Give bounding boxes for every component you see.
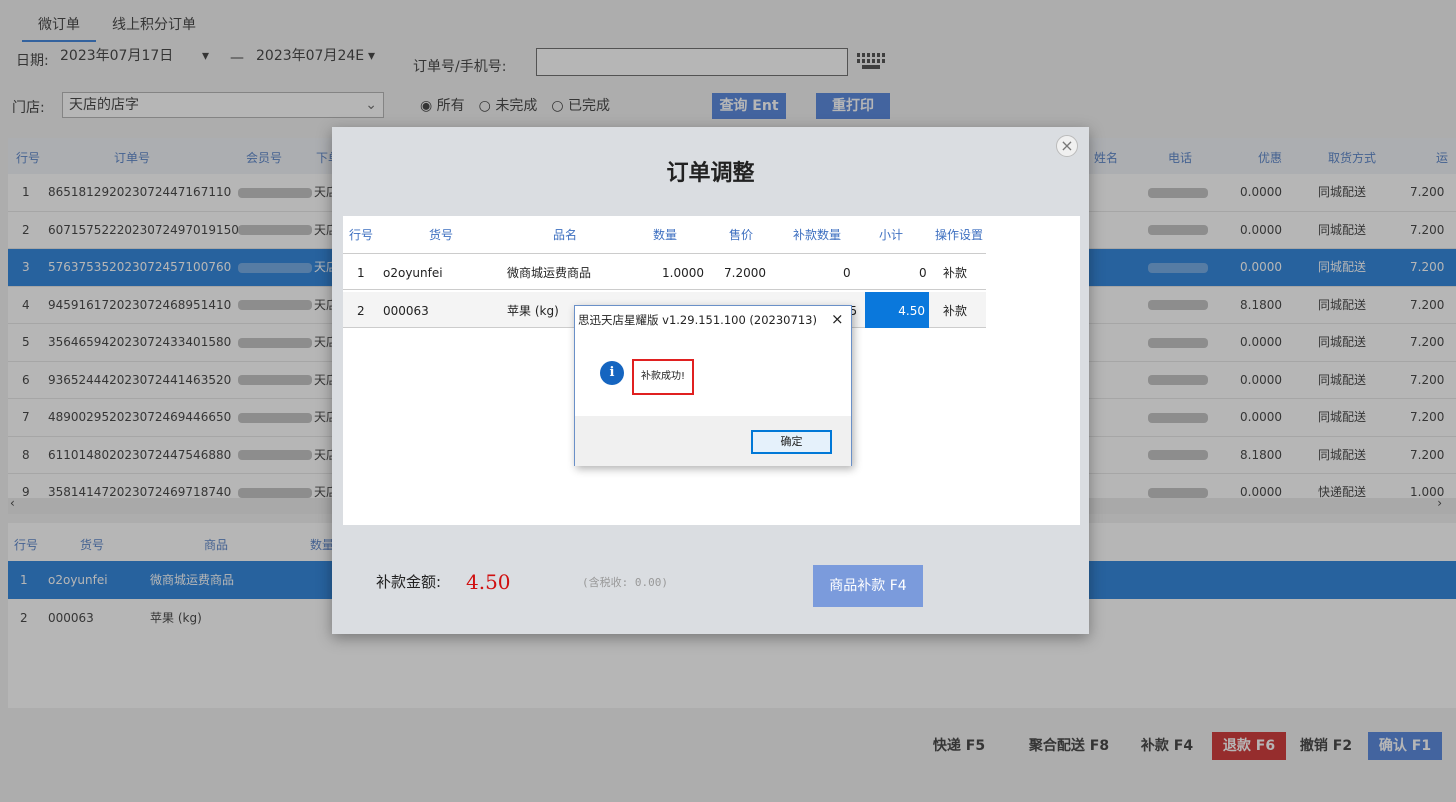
row-supp-qty[interactable]: 0 <box>843 254 851 292</box>
col-header-code: 货号 <box>429 228 454 242</box>
col-header-name: 品名 <box>553 228 578 242</box>
row-no: 1 <box>357 266 365 280</box>
tax-label: (含税收: 0.00) <box>582 576 668 589</box>
row-subtotal: 4.50 <box>865 292 929 328</box>
supplement-amount-label: 补款金额: <box>376 573 442 591</box>
supplement-action[interactable]: 补款 <box>943 292 967 330</box>
supplement-amount-value: 4.50 <box>466 570 511 594</box>
info-icon: i <box>600 361 624 385</box>
col-header-supp-qty: 补款数量 <box>793 228 842 242</box>
row-qty: 1.0000 <box>662 266 704 280</box>
product-supplement-button[interactable]: 商品补款 F4 <box>813 565 923 607</box>
table-row[interactable]: 1 o2oyunfei 微商城运费商品 1.0000 7.2000 0 0 补款 <box>343 254 986 290</box>
supplement-action[interactable]: 补款 <box>943 254 967 292</box>
adjust-table-header: 行号 货号 品名 数量 售价 补款数量 小计 操作设置 <box>343 216 986 254</box>
modal-title: 订单调整 <box>666 160 755 186</box>
close-icon[interactable]: × <box>831 310 844 328</box>
dialog-button-bar: 确定 <box>575 416 851 466</box>
ok-button[interactable]: 确定 <box>751 430 832 454</box>
col-header-qty: 数量 <box>653 228 678 242</box>
dialog-title: 思迅天店星耀版 v1.29.151.100 (20230713) <box>578 313 817 327</box>
message-dialog: 思迅天店星耀版 v1.29.151.100 (20230713) × i 补款成… <box>574 305 852 466</box>
row-price: 7.2000 <box>724 266 766 280</box>
close-icon[interactable]: × <box>1056 135 1078 157</box>
col-header-row: 行号 <box>349 228 374 242</box>
row-no: 2 <box>357 304 365 318</box>
row-name: 苹果 (kg) <box>507 304 559 318</box>
row-code: 000063 <box>383 304 429 318</box>
col-header-subtotal: 小计 <box>879 228 904 242</box>
row-code: o2oyunfei <box>383 266 443 280</box>
row-name: 微商城运费商品 <box>507 266 592 280</box>
col-header-actions: 操作设置 <box>935 228 984 242</box>
col-header-price: 售价 <box>729 228 754 242</box>
row-subtotal: 0 <box>919 266 927 280</box>
message-text: 补款成功! <box>632 359 694 395</box>
